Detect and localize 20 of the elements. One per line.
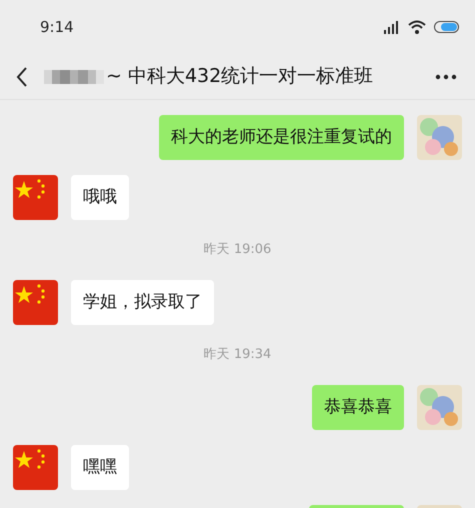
received-message-bubble: 哦哦: [71, 175, 129, 220]
flag-avatar[interactable]: [13, 175, 58, 220]
received-message-bubble: 嘿嘿: [71, 445, 129, 490]
status-time: 9:14: [40, 16, 74, 38]
chat-title: ~ 中科大432统计一对一标准班: [106, 64, 374, 90]
illustration-avatar[interactable]: [417, 385, 462, 430]
timestamp: 昨天 19:06: [204, 242, 272, 258]
sent-message-bubble: 恭喜恭喜: [312, 385, 404, 430]
sent-message-bubble: 科大的老师还是很注重复试的: [159, 115, 404, 160]
flag-avatar[interactable]: [13, 280, 58, 325]
back-icon[interactable]: [16, 66, 28, 86]
wifi-icon: [408, 20, 426, 34]
timestamp: 昨天 19:34: [204, 347, 272, 363]
illustration-avatar[interactable]: [417, 115, 462, 160]
more-icon[interactable]: [435, 74, 457, 80]
blurred-name: [44, 70, 104, 84]
battery-icon: [434, 21, 459, 33]
flag-avatar[interactable]: [13, 445, 58, 490]
signal-icon: [382, 20, 400, 34]
received-message-bubble: 学姐，拟录取了: [71, 280, 214, 325]
